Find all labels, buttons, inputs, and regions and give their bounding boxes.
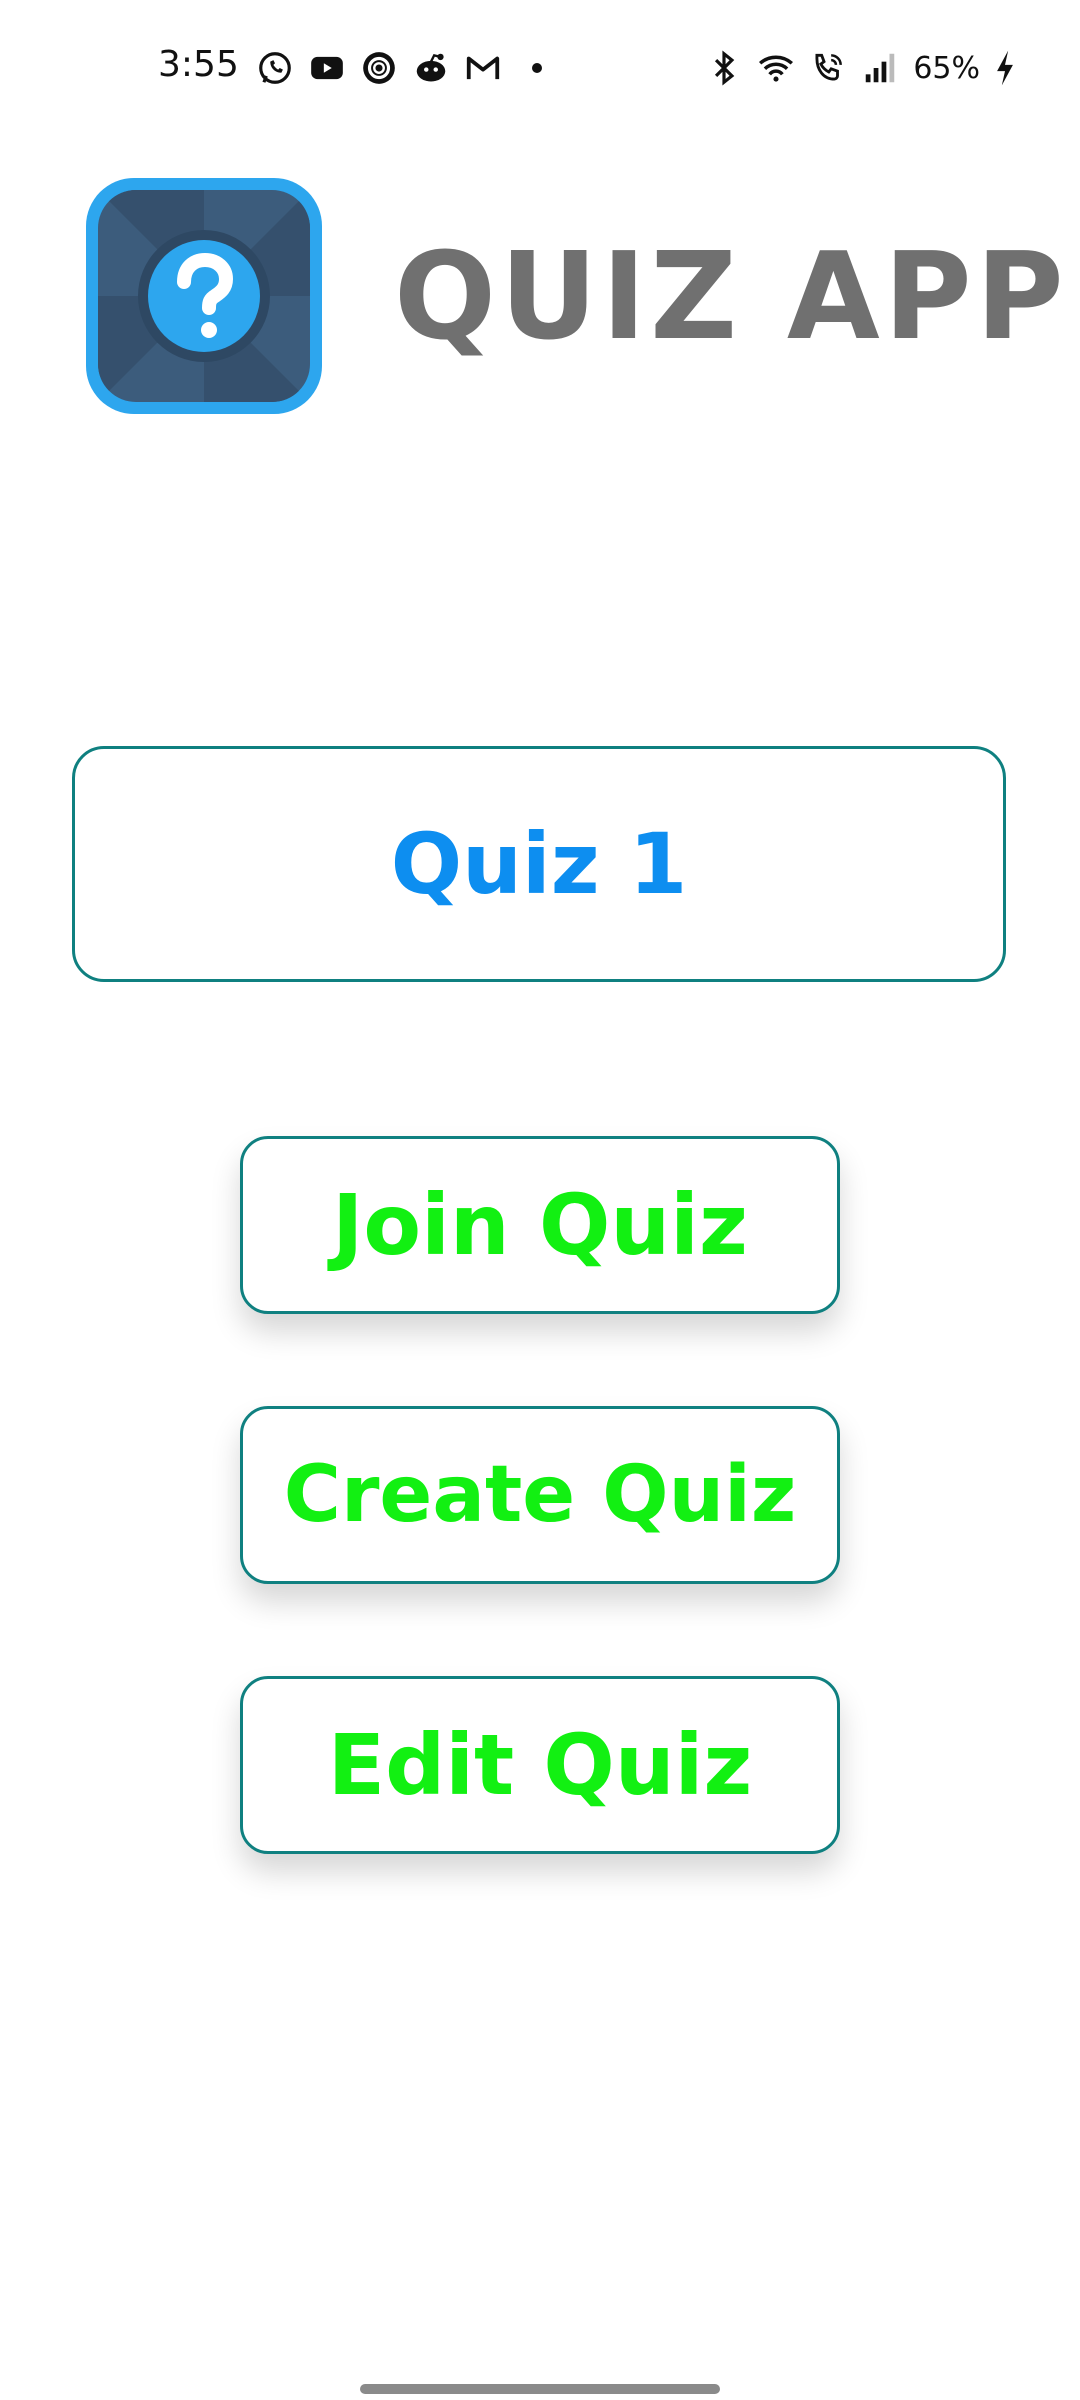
quiz-name-label: Quiz 1 xyxy=(390,815,688,913)
app-logo xyxy=(86,178,322,414)
edit-quiz-label: Edit Quiz xyxy=(327,1716,753,1814)
join-quiz-button[interactable]: Join Quiz xyxy=(240,1136,840,1314)
status-time: 3:55 xyxy=(158,44,239,85)
system-icons: 65% xyxy=(705,48,1016,88)
reddit-icon xyxy=(412,49,450,87)
whatsapp-icon xyxy=(256,49,294,87)
threads-icon xyxy=(360,49,398,87)
question-mark-icon xyxy=(98,190,310,402)
charging-icon xyxy=(994,49,1016,87)
battery-percentage: 65% xyxy=(913,50,980,86)
create-quiz-label: Create Quiz xyxy=(283,1450,797,1540)
signal-icon xyxy=(861,49,899,87)
more-dot-icon xyxy=(532,63,542,73)
gmail-icon xyxy=(464,49,502,87)
status-bar: 3:55 65% xyxy=(0,0,1080,140)
quiz-name-card: Quiz 1 xyxy=(72,746,1006,982)
youtube-icon xyxy=(308,49,346,87)
notification-icons xyxy=(256,48,542,88)
gesture-navigation-bar[interactable] xyxy=(360,2384,720,2394)
bluetooth-icon xyxy=(705,49,743,87)
create-quiz-button[interactable]: Create Quiz xyxy=(240,1406,840,1584)
edit-quiz-button[interactable]: Edit Quiz xyxy=(240,1676,840,1854)
wifi-calling-icon xyxy=(809,49,847,87)
wifi-icon xyxy=(757,49,795,87)
join-quiz-label: Join Quiz xyxy=(332,1176,748,1274)
app-title: QUIZ APP xyxy=(394,228,1068,367)
